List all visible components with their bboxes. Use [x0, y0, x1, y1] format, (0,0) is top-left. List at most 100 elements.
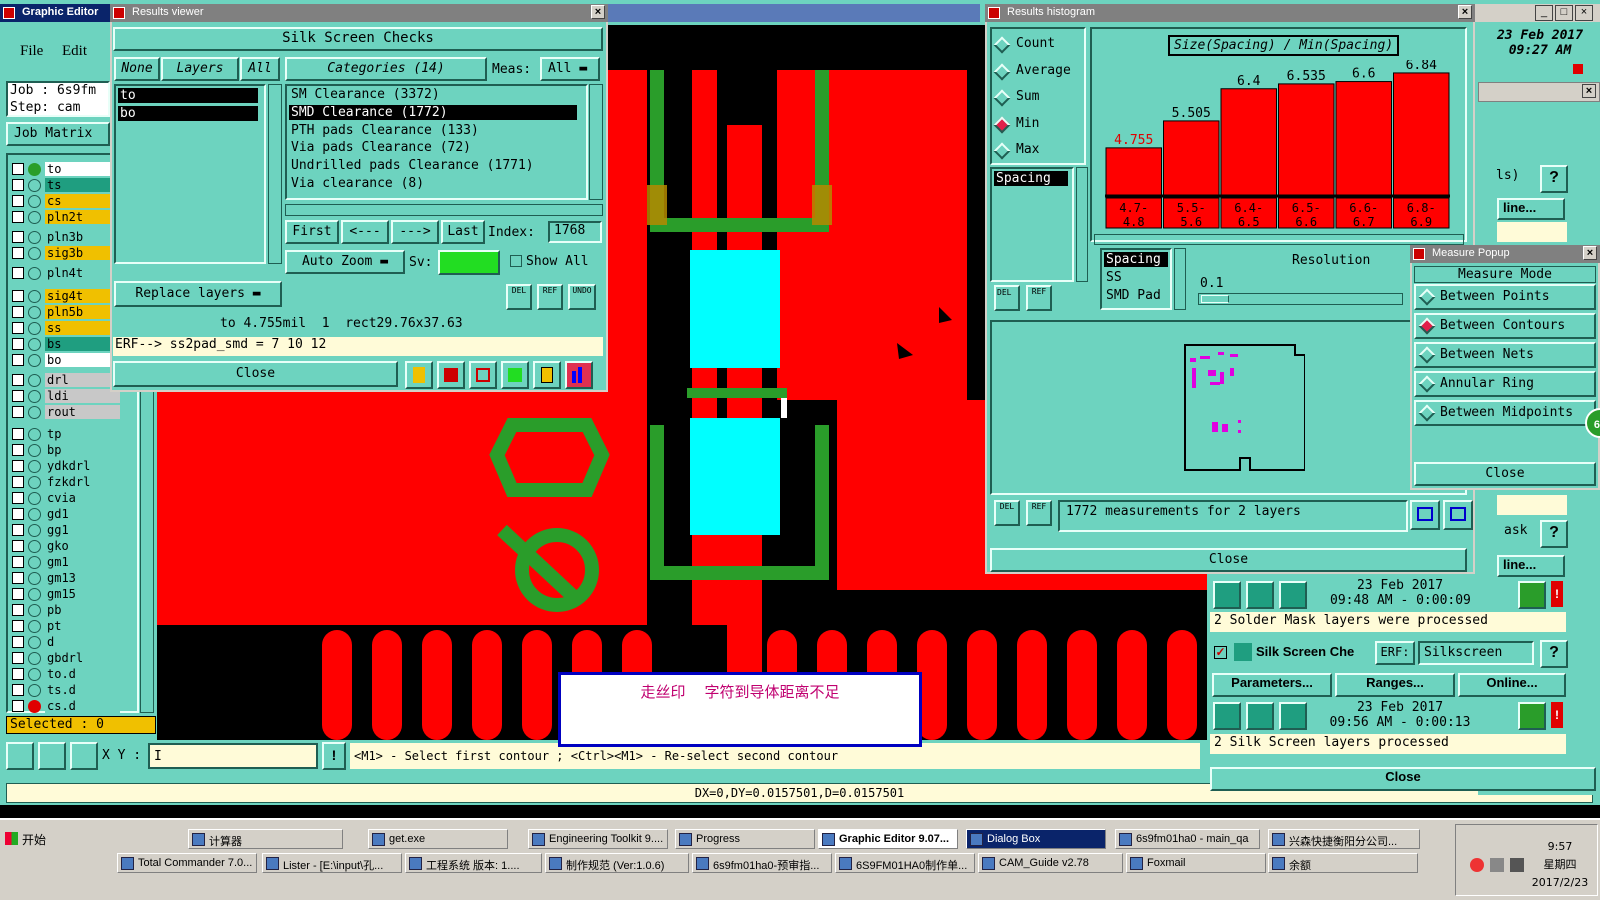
layer-checkbox[interactable]	[12, 338, 24, 350]
layer-checkbox[interactable]	[12, 508, 24, 520]
meas-select[interactable]: All ▬	[540, 57, 600, 81]
layer-row[interactable]: gm1	[12, 555, 127, 570]
measure-tool-icon[interactable]	[38, 742, 66, 770]
xy-input[interactable]	[148, 743, 318, 769]
layer-row[interactable]: tp	[12, 427, 127, 442]
layer-checkbox[interactable]	[12, 460, 24, 472]
layer-checkbox[interactable]	[12, 652, 24, 664]
layer-checkbox[interactable]	[12, 604, 24, 616]
layer-checkbox[interactable]	[12, 492, 24, 504]
histogram-close-button[interactable]: Close	[990, 548, 1467, 572]
category-hscrollbar[interactable]	[285, 204, 603, 216]
layer-row[interactable]: rout	[12, 405, 127, 420]
layer-checkbox[interactable]	[12, 195, 24, 207]
run-icon[interactable]	[1246, 581, 1274, 609]
volume-icon[interactable]	[1490, 858, 1504, 872]
next-button[interactable]: --->	[391, 220, 439, 244]
highlight-icon[interactable]	[405, 361, 433, 389]
run-icon[interactable]	[1279, 702, 1307, 730]
sv-color-select[interactable]	[438, 250, 500, 275]
layer-checkbox[interactable]	[12, 476, 24, 488]
layer-checkbox[interactable]	[12, 322, 24, 334]
layers-button[interactable]: Layers	[161, 57, 239, 81]
close-icon[interactable]: ×	[1582, 84, 1596, 98]
zoom-icon[interactable]	[1518, 702, 1546, 730]
right-close-button[interactable]: Close	[1210, 767, 1596, 791]
help-icon[interactable]: ?	[1540, 520, 1568, 548]
taskbar-item[interactable]: Lister - [E:\input\孔...	[262, 853, 402, 873]
categories-button[interactable]: Categories (14)	[285, 57, 487, 81]
histogram-bar[interactable]	[1163, 120, 1220, 196]
del-button[interactable]: DEL	[506, 284, 532, 310]
auto-zoom-select[interactable]: Auto Zoom ▬	[285, 250, 405, 274]
maximize-icon[interactable]: □	[1555, 5, 1573, 21]
category-item[interactable]: PTH pads Clearance (133)	[289, 123, 577, 138]
print-icon[interactable]	[1443, 500, 1473, 530]
taskbar-item[interactable]: Foxmail	[1126, 853, 1266, 873]
layer-row[interactable]: cs.d	[12, 699, 127, 714]
tray-icon[interactable]	[1470, 858, 1484, 872]
category-item[interactable]: SMD Clearance (1772)	[289, 104, 577, 120]
last-button[interactable]: Last	[441, 220, 485, 244]
run-icon[interactable]	[1246, 702, 1274, 730]
layer-row[interactable]: pt	[12, 619, 127, 634]
close-icon[interactable]: ×	[1575, 5, 1593, 21]
layer-row[interactable]: to.d	[12, 667, 127, 682]
category-scrollbar[interactable]	[589, 84, 603, 200]
layer-row[interactable]: gg1	[12, 523, 127, 538]
resolution-slider[interactable]	[1198, 293, 1403, 305]
online-button[interactable]: Online...	[1458, 673, 1566, 697]
category-item[interactable]: Via clearance (8)	[289, 176, 577, 191]
run-icon[interactable]	[1213, 581, 1241, 609]
layer-checkbox[interactable]	[12, 524, 24, 536]
category-item[interactable]: Via pads Clearance (72)	[289, 140, 577, 155]
layer-checkbox[interactable]	[12, 231, 24, 243]
layer-checkbox[interactable]	[12, 290, 24, 302]
layer-checkbox[interactable]	[12, 572, 24, 584]
layer-row[interactable]: pb	[12, 603, 127, 618]
online-button-1[interactable]: line...	[1497, 198, 1565, 220]
taskbar-item[interactable]: Total Commander 7.0...	[117, 853, 257, 873]
layer-checkbox[interactable]	[12, 556, 24, 568]
layer-checkbox[interactable]	[12, 684, 24, 696]
layer-row[interactable]: d	[12, 635, 127, 650]
layer-row[interactable]: gbdrl	[12, 651, 127, 666]
layer-checkbox[interactable]	[12, 540, 24, 552]
check-checkbox[interactable]: ✓	[1214, 646, 1227, 659]
index-field[interactable]: 1768	[548, 221, 602, 243]
histogram-bar[interactable]	[1278, 83, 1335, 196]
taskbar-item[interactable]: 6s9fm01ha0-预审指...	[692, 853, 832, 873]
layer-checkbox[interactable]	[12, 354, 24, 366]
histogram-bar[interactable]	[1393, 72, 1450, 196]
grid-tool-icon[interactable]	[70, 742, 98, 770]
taskbar-item[interactable]: Progress	[675, 829, 815, 849]
hist-ref-button[interactable]: REF	[1026, 285, 1052, 311]
report-icon[interactable]	[533, 361, 561, 389]
layer-checkbox[interactable]	[12, 247, 24, 259]
taskbar-item[interactable]: get.exe	[368, 829, 508, 849]
close-icon[interactable]: ×	[591, 5, 605, 19]
erf-button[interactable]: ERF:	[1375, 641, 1415, 665]
taskbar-item[interactable]: 工程系统 版本: 1....	[405, 853, 542, 873]
layer-checkbox[interactable]	[12, 620, 24, 632]
first-button[interactable]: First	[285, 220, 339, 244]
layer-checkbox[interactable]	[12, 211, 24, 223]
layer-row[interactable]: gm13	[12, 571, 127, 586]
layer-row[interactable]: gd1	[12, 507, 127, 522]
layer-checkbox[interactable]	[12, 390, 24, 402]
run-icon[interactable]	[1213, 702, 1241, 730]
histogram-bar[interactable]	[1105, 147, 1162, 196]
parameters-button[interactable]: Parameters...	[1212, 673, 1332, 697]
info-icon[interactable]: !	[322, 742, 346, 770]
refresh-icon[interactable]	[501, 361, 529, 389]
layer-row[interactable]: bp	[12, 443, 127, 458]
sub-list-scrollbar[interactable]	[1174, 248, 1186, 310]
histogram-bar[interactable]	[1220, 88, 1277, 196]
taskbar-item[interactable]: 制作规范 (Ver:1.0.6)	[545, 853, 689, 873]
taskbar-item[interactable]: 6s9fm01ha0 - main_qa	[1115, 829, 1260, 849]
category-item[interactable]: Undrilled pads Clearance (1771)	[289, 158, 577, 173]
layer-row[interactable]: ts.d	[12, 683, 127, 698]
layer-checkbox[interactable]	[12, 267, 24, 279]
ranges-button[interactable]: Ranges...	[1335, 673, 1455, 697]
layer-checkbox[interactable]	[12, 668, 24, 680]
